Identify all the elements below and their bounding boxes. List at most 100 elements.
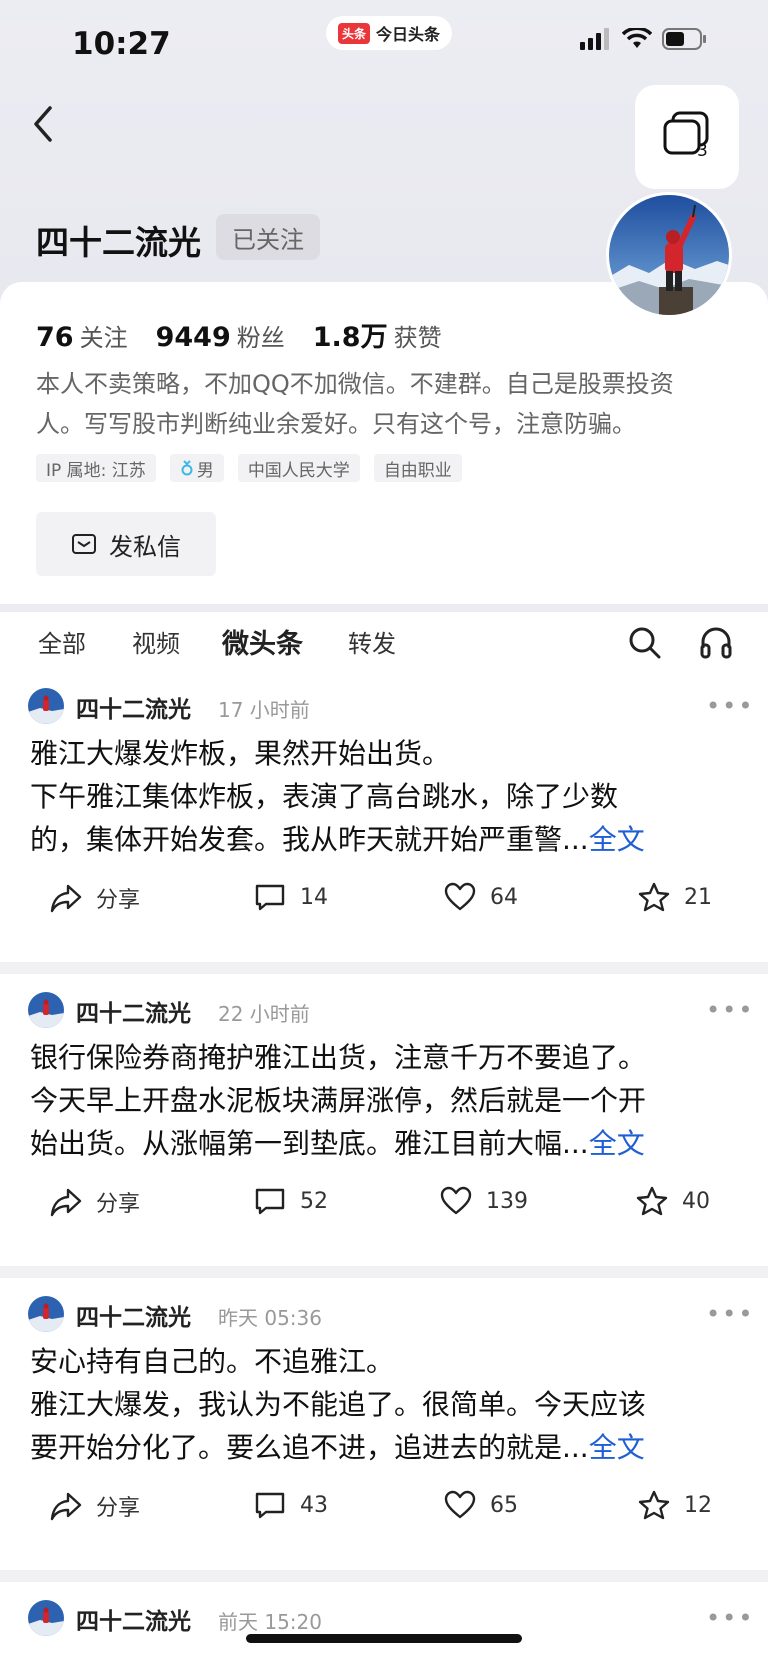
like-button[interactable]: 65 [444, 1490, 518, 1520]
male-icon [181, 460, 193, 476]
home-indicator[interactable] [246, 1634, 522, 1643]
post-card[interactable]: 四十二流光 昨天 05:36 ••• 安心持有自己的。不追雅江。 雅江大爆发，我… [0, 1278, 768, 1570]
read-more-link[interactable]: 全文 [589, 1431, 645, 1464]
post-card[interactable]: 四十二流光 22 小时前 ••• 银行保险券商掩护雅江出货，注意千万不要追了。 … [0, 974, 768, 1266]
bio-line: 人。写写股市判断纯业余爱好。只有这个号，注意防骗。 [36, 410, 636, 438]
tab-micro-posts[interactable]: 微头条 [222, 622, 303, 661]
bio-line: 本人不卖策略，不加QQ不加微信。不建群。自己是股票投资 [36, 370, 674, 398]
profile-avatar[interactable] [606, 192, 732, 318]
more-options-icon[interactable]: ••• [706, 996, 754, 1024]
post-content[interactable]: 安心持有自己的。不追雅江。 雅江大爆发，我认为不能追了。很简单。今天应该 要开始… [30, 1340, 740, 1469]
star-icon [638, 882, 670, 912]
occupation-tag: 自由职业 [373, 454, 462, 482]
like-count: 65 [490, 1492, 518, 1518]
share-icon [50, 1492, 82, 1521]
post-actions: 分享 43 65 12 [0, 1490, 768, 1530]
send-message-button[interactable]: 发私信 [36, 512, 216, 576]
stat-number: 76 [36, 322, 74, 353]
heart-icon [444, 882, 476, 911]
avatar-image [28, 1296, 64, 1332]
heart-icon [440, 1186, 472, 1215]
like-count: 139 [486, 1188, 528, 1214]
post-content[interactable]: 银行保险券商掩护雅江出货，注意千万不要追了。 今天早上开盘水泥板块满屏涨停，然后… [30, 1036, 740, 1165]
post-author-name[interactable]: 四十二流光 [76, 1602, 191, 1636]
heart-icon [444, 1490, 476, 1519]
comment-button[interactable]: 14 [254, 882, 328, 912]
post-card[interactable]: 四十二流光 17 小时前 ••• 雅江大爆发炸板，果然开始出货。 下午雅江集体炸… [0, 670, 768, 962]
share-button[interactable]: 分享 [50, 882, 140, 914]
stat-number: 1.8万 [312, 322, 388, 353]
post-actions: 分享 14 64 21 [0, 882, 768, 922]
send-message-label: 发私信 [109, 532, 181, 561]
post-time: 前天 15:20 [218, 1610, 322, 1634]
post-author-name[interactable]: 四十二流光 [76, 690, 191, 724]
post-author-avatar[interactable] [28, 1600, 64, 1636]
comment-count: 52 [300, 1188, 328, 1214]
share-button[interactable]: 分享 [50, 1186, 140, 1218]
more-options-icon[interactable]: ••• [706, 1300, 754, 1328]
post-line: 安心持有自己的。不追雅江。 [30, 1345, 395, 1378]
post-line: 雅江大爆发炸板，果然开始出货。 [30, 737, 451, 770]
back-button[interactable] [26, 100, 66, 148]
post-author-avatar[interactable] [28, 1296, 64, 1332]
app-logo: 头条 [338, 22, 371, 44]
post-author-avatar[interactable] [28, 688, 64, 724]
profile-stats: 76 关注 9449 粉丝 1.8万 获赞 [36, 315, 442, 354]
post-line: 下午雅江集体炸板，表演了高台跳水，除了少数 [30, 780, 619, 813]
comment-button[interactable]: 52 [254, 1186, 328, 1216]
stat-label: 获赞 [393, 324, 442, 352]
post-time: 17 小时前 [218, 698, 310, 722]
headphones-icon[interactable] [698, 624, 734, 660]
favorite-button[interactable]: 21 [638, 882, 712, 912]
post-card[interactable]: 四十二流光 前天 15:20 ••• [0, 1582, 768, 1662]
post-content[interactable]: 雅江大爆发炸板，果然开始出货。 下午雅江集体炸板，表演了高台跳水，除了少数 的，… [30, 732, 740, 861]
ip-location-tag: IP 属地: 江苏 [36, 454, 156, 482]
tab-video[interactable]: 视频 [132, 624, 180, 659]
tab-reposts[interactable]: 转发 [348, 624, 396, 659]
post-divider [0, 1266, 768, 1278]
avatar-image [28, 992, 64, 1028]
favorite-count: 12 [684, 1492, 712, 1518]
post-line: 雅江大爆发，我认为不能追了。很简单。今天应该 [30, 1388, 647, 1421]
comment-button[interactable]: 43 [254, 1490, 328, 1520]
battery-icon [662, 28, 706, 50]
tab-all[interactable]: 全部 [38, 624, 86, 659]
post-time: 昨天 05:36 [218, 1306, 322, 1330]
post-line: 要开始分化了。要么追不进，追进去的就是... [30, 1431, 589, 1464]
follow-status-button[interactable]: 已关注 [216, 214, 320, 260]
window-switcher-button[interactable]: 3 [635, 85, 739, 189]
following-count[interactable]: 76 关注 [36, 318, 128, 353]
share-icon [50, 1188, 82, 1217]
comment-count: 43 [300, 1492, 328, 1518]
chevron-left-icon [34, 106, 52, 142]
share-button[interactable]: 分享 [50, 1490, 140, 1522]
post-author-name[interactable]: 四十二流光 [76, 1298, 191, 1332]
comment-count: 14 [300, 884, 328, 910]
like-button[interactable]: 64 [444, 882, 518, 912]
favorite-button[interactable]: 40 [636, 1186, 710, 1216]
read-more-link[interactable]: 全文 [589, 823, 645, 856]
likes-received-count[interactable]: 1.8万 获赞 [313, 315, 442, 354]
search-icon[interactable] [626, 624, 662, 660]
followers-count[interactable]: 9449 粉丝 [156, 318, 285, 353]
like-button[interactable]: 139 [440, 1186, 528, 1216]
star-icon [638, 1490, 670, 1520]
more-options-icon[interactable]: ••• [706, 692, 754, 720]
read-more-link[interactable]: 全文 [589, 1127, 645, 1160]
more-options-icon[interactable]: ••• [706, 1604, 754, 1632]
post-line-last: 要开始分化了。要么追不进，追进去的就是...全文 [30, 1426, 740, 1469]
profile-tags: IP 属地: 江苏 男 中国人民大学 自由职业 [36, 454, 462, 482]
favorite-count: 40 [682, 1188, 710, 1214]
post-author-name[interactable]: 四十二流光 [76, 994, 191, 1028]
favorite-button[interactable]: 12 [638, 1490, 712, 1520]
like-count: 64 [490, 884, 518, 910]
post-author-avatar[interactable] [28, 992, 64, 1028]
star-icon [636, 1186, 668, 1216]
post-divider [0, 1570, 768, 1582]
stat-label: 粉丝 [236, 324, 285, 352]
gender-label: 男 [196, 460, 214, 481]
share-label: 分享 [96, 888, 141, 913]
app-indicator-pill[interactable]: 头条 今日头条 [326, 16, 453, 50]
status-bar: 10:27 头条 今日头条 [0, 0, 768, 80]
post-line: 银行保险券商掩护雅江出货，注意千万不要追了。 [30, 1041, 647, 1074]
